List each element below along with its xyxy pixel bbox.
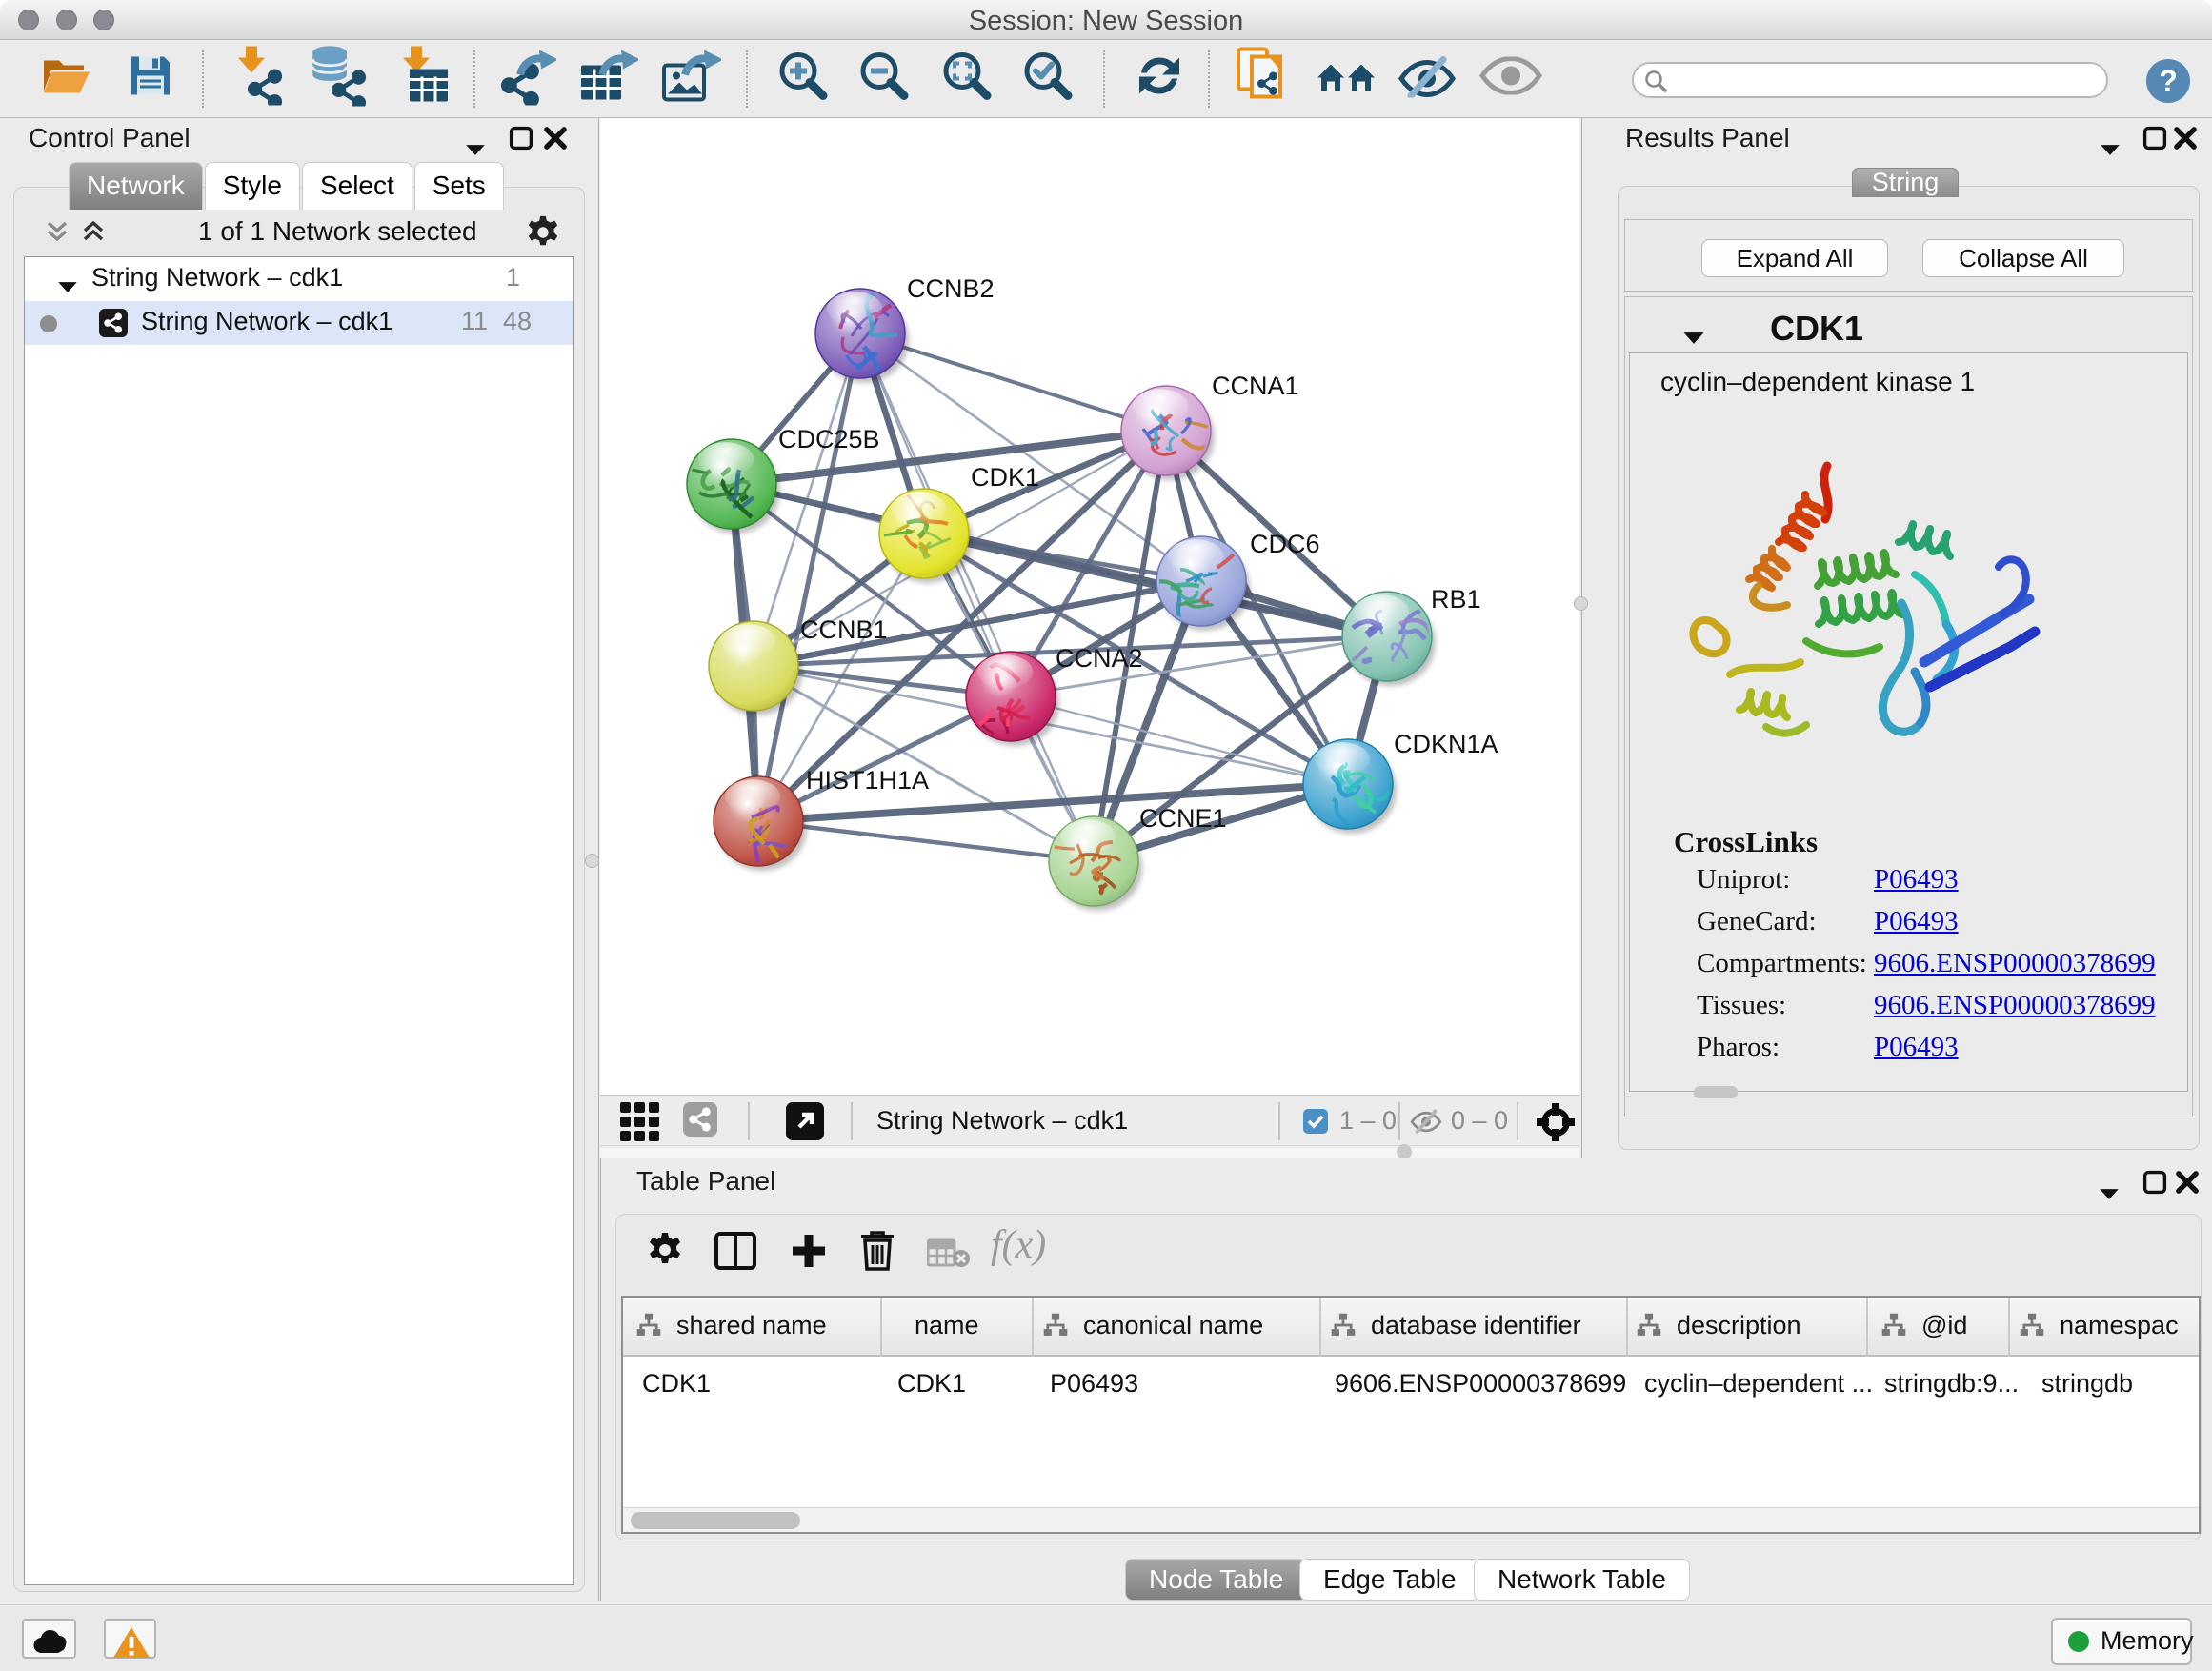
svg-text:CDK1: CDK1 — [971, 463, 1039, 492]
svg-text:CCNA1: CCNA1 — [1212, 372, 1299, 400]
svg-text:CDC25B: CDC25B — [778, 425, 880, 453]
svg-text:CCNA2: CCNA2 — [1056, 644, 1143, 673]
svg-text:CDKN1A: CDKN1A — [1394, 730, 1498, 758]
svg-text:CCNE1: CCNE1 — [1139, 804, 1227, 833]
svg-text:CDC6: CDC6 — [1250, 530, 1320, 558]
svg-text:RB1: RB1 — [1431, 585, 1481, 614]
svg-text:?: ? — [2159, 64, 2178, 98]
svg-text:CCNB1: CCNB1 — [800, 615, 888, 644]
svg-text:CCNB2: CCNB2 — [907, 274, 995, 303]
svg-text:HIST1H1A: HIST1H1A — [806, 766, 929, 795]
